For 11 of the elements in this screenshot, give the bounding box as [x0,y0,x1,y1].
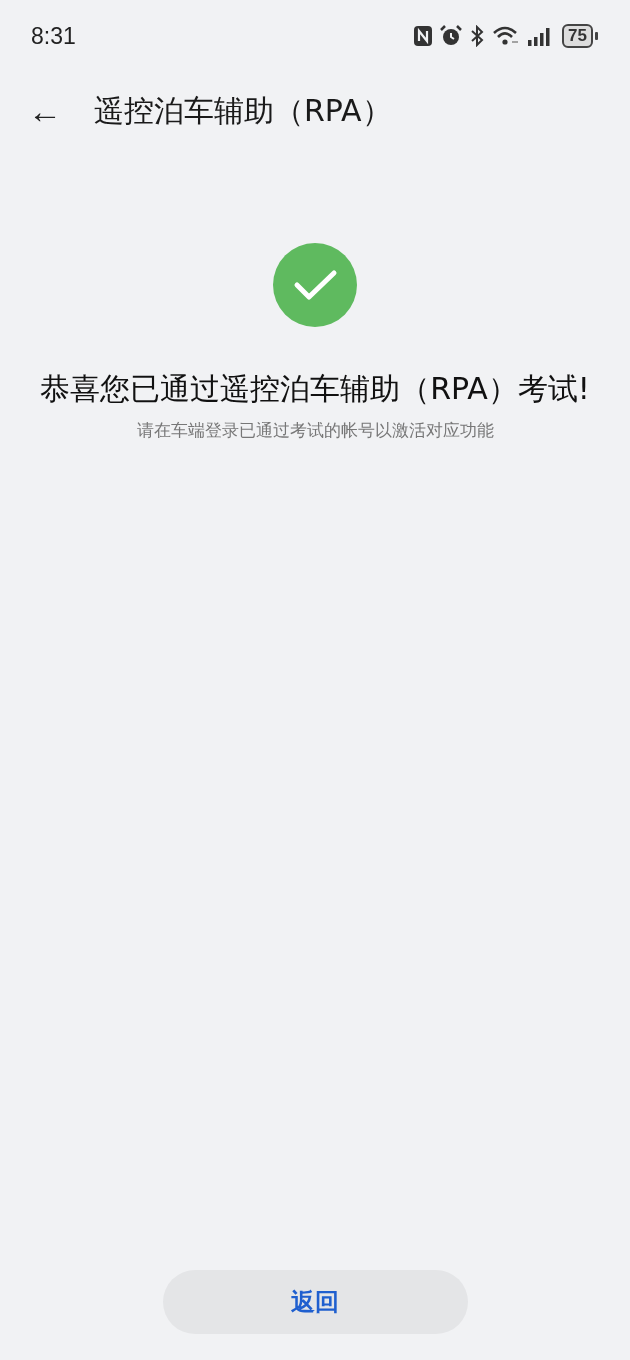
status-time: 8:31 [31,22,76,50]
back-button[interactable]: ← [24,94,66,128]
result-subtitle: 请在车端登录已通过考试的帐号以激活对应功能 [136,419,494,442]
page-title: 遥控泊车辅助（RPA） [94,91,392,130]
nfc-icon [414,26,433,46]
battery-level: 75 [562,24,593,48]
wifi-icon [492,25,521,47]
result-title: 恭喜您已通过遥控泊车辅助（RPA）考试! [39,370,591,408]
bluetooth-icon [470,25,485,47]
return-button[interactable]: 返回 [162,1270,468,1334]
alarm-icon [440,25,463,47]
